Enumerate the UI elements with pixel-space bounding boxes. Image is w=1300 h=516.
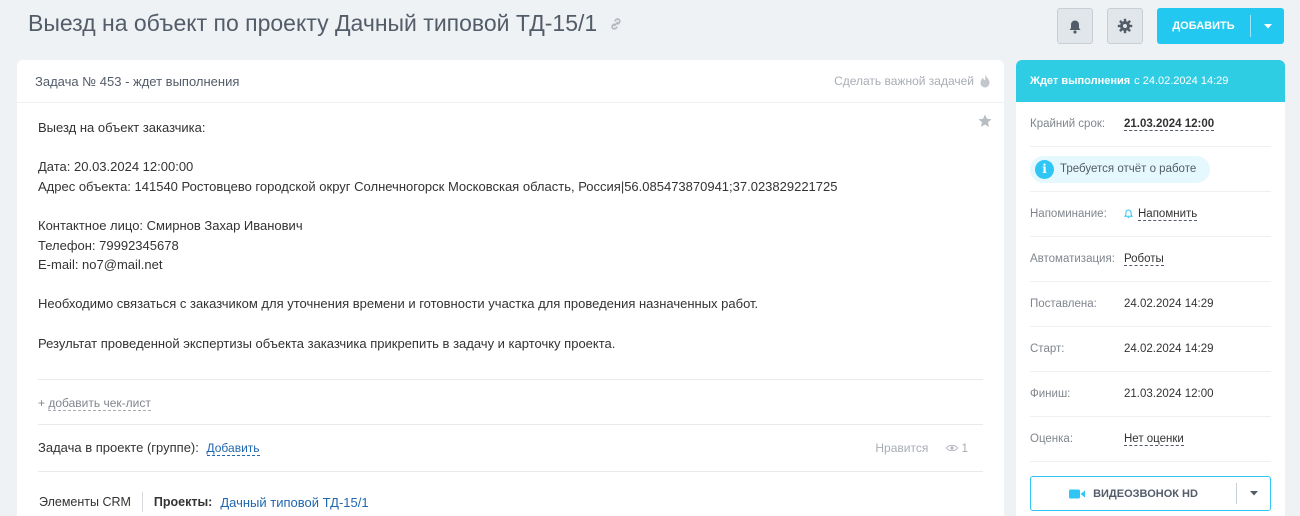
start-label: Старт:: [1030, 343, 1065, 355]
video-call-label: ВИДЕОЗВОНОК HD: [1093, 487, 1198, 500]
task-sidebar: Ждет выполнения с 24.02.2024 14:29 Крайн…: [1016, 60, 1285, 516]
views-count: 1: [961, 440, 968, 455]
bell-icon: [1069, 20, 1081, 34]
rating-row: Оценка: Нет оценки: [1030, 417, 1271, 462]
page-title-text: Выезд на объект по проекту Дачный типово…: [28, 10, 598, 36]
add-button-label: ДОБАВИТЬ: [1172, 20, 1235, 32]
created-row: Поставлена: 24.02.2024 14:29: [1030, 282, 1271, 327]
eye-icon: [946, 444, 959, 451]
add-dropdown-toggle[interactable]: [1251, 23, 1284, 29]
finish-label: Финиш:: [1030, 388, 1071, 400]
gear-icon: [1117, 18, 1133, 34]
video-call-button[interactable]: ВИДЕОЗВОНОК HD: [1030, 476, 1271, 511]
finish-value: 21.03.2024 12:00: [1124, 388, 1214, 400]
deadline-value[interactable]: 21.03.2024 12:00: [1124, 118, 1215, 131]
page-title: Выезд на объект по проекту Дачный типово…: [28, 10, 623, 37]
divider: [38, 424, 983, 425]
start-row: Старт: 24.02.2024 14:29: [1030, 327, 1271, 372]
flame-icon: [980, 74, 990, 88]
divider: [38, 471, 983, 472]
task-description: Выезд на объект заказчика: Дата: 20.03.2…: [38, 120, 838, 351]
automation-row: Автоматизация: Роботы: [1030, 237, 1271, 282]
bell-small-icon: [1124, 209, 1133, 219]
automation-label: Автоматизация:: [1030, 253, 1115, 265]
make-important-button[interactable]: Сделать важной задачей: [834, 74, 990, 88]
add-checklist-label: добавить чек-лист: [48, 396, 151, 411]
settings-button[interactable]: [1107, 8, 1143, 44]
project-link[interactable]: Дачный типовой ТД-15/1: [220, 495, 368, 510]
chevron-down-icon: [1263, 23, 1272, 28]
reminder-button[interactable]: Напомнить: [1124, 207, 1198, 221]
task-card-header: Задача № 453 - ждет выполнения Сделать в…: [17, 60, 1004, 103]
chevron-down-icon: [1249, 491, 1258, 496]
rating-label: Оценка:: [1030, 433, 1074, 445]
reminder-value: Напомнить: [1138, 207, 1198, 221]
projects-label: Проекты:: [153, 495, 213, 509]
status-label: Ждет выполнения: [1030, 75, 1131, 87]
reminder-label: Напоминание:: [1030, 208, 1107, 220]
created-value: 24.02.2024 14:29: [1124, 298, 1214, 310]
start-value: 24.02.2024 14:29: [1124, 343, 1214, 355]
video-call-dropdown[interactable]: [1237, 491, 1270, 496]
notifications-button[interactable]: [1057, 8, 1093, 44]
task-number-status: Задача № 453 - ждет выполнения: [35, 73, 240, 89]
crm-elements-link[interactable]: Элементы CRM: [39, 495, 131, 509]
make-important-label: Сделать важной задачей: [834, 74, 974, 88]
reminder-row: Напоминание: Напомнить: [1030, 192, 1271, 237]
crm-separator: [141, 492, 143, 512]
task-card: Задача № 453 - ждет выполнения Сделать в…: [17, 60, 1004, 516]
crm-row: Элементы CRM Проекты: Дачный типовой ТД-…: [39, 492, 369, 512]
video-call-main[interactable]: ВИДЕОЗВОНОК HD: [1031, 488, 1236, 500]
add-button[interactable]: ДОБАВИТЬ: [1157, 8, 1284, 44]
finish-row: Финиш: 21.03.2024 12:00: [1030, 372, 1271, 417]
project-group-label: Задача в проекте (группе):: [38, 440, 199, 455]
video-camera-icon: [1069, 489, 1086, 498]
rating-value[interactable]: Нет оценки: [1124, 433, 1184, 446]
report-required-notice: i Требуется отчёт о работе: [1030, 155, 1211, 183]
deadline-row: Крайний срок: 21.03.2024 12:00: [1030, 102, 1271, 147]
status-since: с 24.02.2024 14:29: [1134, 75, 1229, 87]
link-icon[interactable]: [609, 17, 623, 31]
report-required-text: Требуется отчёт о работе: [1060, 163, 1197, 175]
like-button[interactable]: Нравится: [875, 441, 928, 455]
info-icon: i: [1035, 159, 1054, 179]
automation-value[interactable]: Роботы: [1124, 253, 1164, 266]
report-row: i Требуется отчёт о работе: [1030, 147, 1271, 192]
project-group-add-link[interactable]: Добавить: [206, 441, 260, 456]
add-checklist-link[interactable]: + добавить чек-лист: [38, 396, 151, 411]
created-label: Поставлена:: [1030, 298, 1097, 310]
project-group-row: Задача в проекте (группе): Добавить Нрав…: [38, 440, 968, 456]
status-header: Ждет выполнения с 24.02.2024 14:29: [1016, 60, 1285, 102]
views-counter: 1: [946, 441, 968, 455]
divider: [38, 379, 983, 380]
deadline-label: Крайний срок:: [1030, 118, 1106, 130]
favorite-star-icon[interactable]: [978, 114, 992, 133]
